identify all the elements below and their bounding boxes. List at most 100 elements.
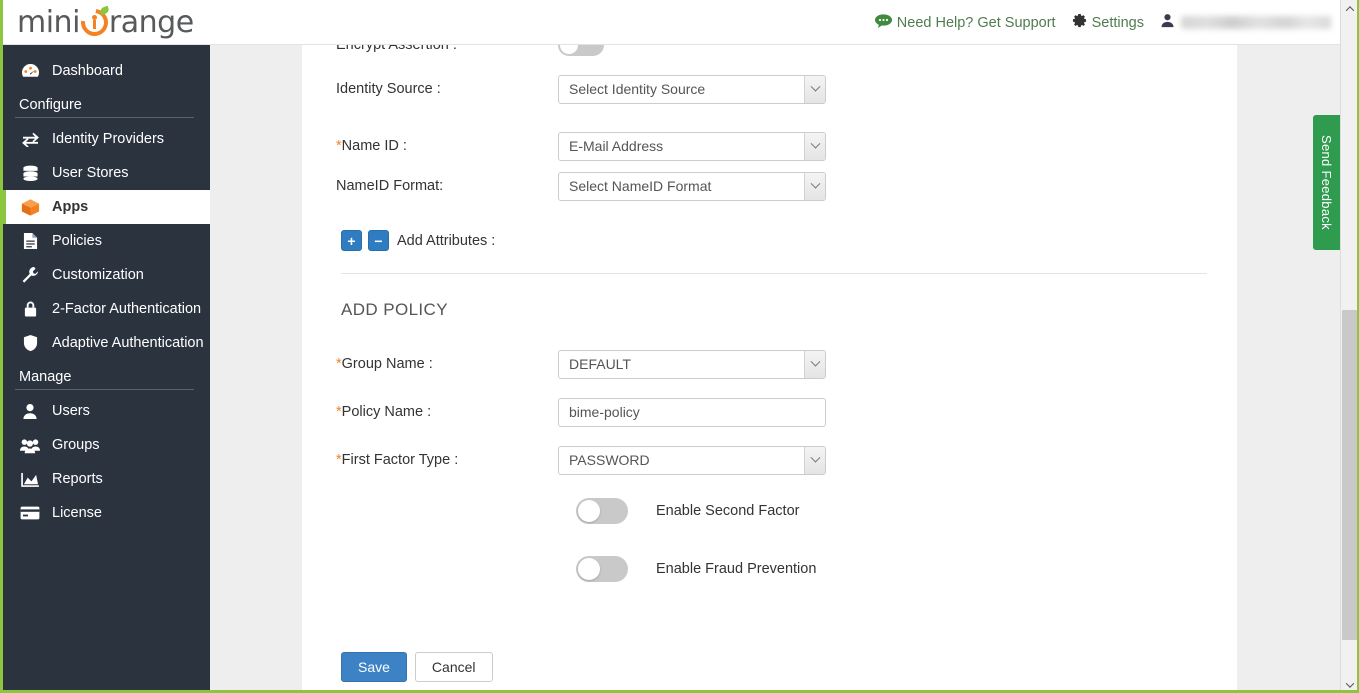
user-email <box>1181 16 1331 29</box>
sidebar-item-label: Groups <box>52 437 100 453</box>
sidebar-item-label: Policies <box>52 233 102 249</box>
send-feedback-label: Send Feedback <box>1319 135 1334 230</box>
database-icon <box>17 165 43 182</box>
shield-icon <box>17 334 43 352</box>
send-feedback-tab[interactable]: Send Feedback <box>1313 115 1340 250</box>
policy-name-label: *Policy Name : <box>336 404 558 420</box>
sidebar-item-label: Dashboard <box>52 63 123 79</box>
sidebar-item-identity-providers[interactable]: Identity Providers <box>3 122 210 156</box>
card-icon <box>17 506 43 520</box>
sidebar-item-users[interactable]: Users <box>3 394 210 428</box>
need-help-label: Need Help? Get Support <box>897 15 1056 31</box>
sidebar-nav: Dashboard Configure Identity Providers <box>3 45 210 693</box>
sidebar-item-license[interactable]: License <box>3 496 210 530</box>
lock-icon <box>17 300 43 318</box>
name-id-row: *Name ID : E-Mail Address <box>336 126 1203 166</box>
sidebar-item-label: Identity Providers <box>52 131 164 147</box>
nameid-format-select[interactable]: Select NameID Format <box>558 172 826 201</box>
sidebar-item-label: 2-Factor Authentication <box>52 301 201 317</box>
enable-fraud-prevention-row: Enable Fraud Prevention <box>336 556 1203 582</box>
name-id-label: *Name ID : <box>336 138 558 154</box>
scroll-up-arrow-icon[interactable] <box>1341 0 1358 17</box>
page-scrollbar[interactable] <box>1340 0 1357 693</box>
cube-box-icon <box>17 198 43 217</box>
first-factor-type-label: *First Factor Type : <box>336 452 558 468</box>
nameid-format-row: NameID Format: Select NameID Format <box>336 166 1203 206</box>
sidebar-divider <box>15 117 194 118</box>
encrypt-assertion-toggle[interactable] <box>558 45 604 56</box>
save-button[interactable]: Save <box>341 652 407 682</box>
first-factor-type-control: PASSWORD <box>558 446 826 475</box>
name-id-select[interactable]: E-Mail Address <box>558 132 826 161</box>
policy-name-control <box>558 398 826 427</box>
first-factor-type-row: *First Factor Type : PASSWORD <box>336 440 1203 480</box>
app-page: mini range Ne <box>0 0 1359 693</box>
header-actions: Need Help? Get Support Settings <box>875 0 1335 45</box>
sidebar-item-groups[interactable]: Groups <box>3 428 210 462</box>
policy-name-input[interactable] <box>558 398 826 427</box>
sidebar-item-apps[interactable]: Apps <box>3 190 210 224</box>
enable-fraud-prevention-label: Enable Fraud Prevention <box>656 561 816 577</box>
enable-second-factor-row: Enable Second Factor <box>336 498 1203 524</box>
dashboard-icon <box>17 63 43 80</box>
sidebar-section-configure: Configure <box>3 88 210 117</box>
sidebar-item-policies[interactable]: Policies <box>3 224 210 258</box>
remove-attribute-button[interactable]: − <box>368 230 389 251</box>
first-factor-type-select[interactable]: PASSWORD <box>558 446 826 475</box>
chat-bubble-icon <box>875 14 892 32</box>
encrypt-assertion-label: Encrypt Assertion : <box>336 45 558 52</box>
sidebar-item-label: Users <box>52 403 90 419</box>
sidebar-item-label: Apps <box>52 199 88 215</box>
top-header: mini range Ne <box>3 0 1343 45</box>
sidebar-item-reports[interactable]: Reports <box>3 462 210 496</box>
group-name-control: DEFAULT <box>558 350 826 379</box>
sidebar-item-customization[interactable]: Customization <box>3 258 210 292</box>
app-config-form: Encrypt Assertion : Identity Source : Se… <box>302 45 1237 682</box>
logo-text-right: range <box>109 5 194 40</box>
document-icon <box>17 232 43 250</box>
name-id-control: E-Mail Address <box>558 132 826 161</box>
sidebar-item-adaptive-authentication[interactable]: Adaptive Authentication <box>3 326 210 360</box>
enable-second-factor-toggle[interactable] <box>576 498 628 524</box>
users-group-icon <box>17 437 43 454</box>
group-name-select[interactable]: DEFAULT <box>558 350 826 379</box>
wrench-icon <box>17 266 43 284</box>
miniorange-logo[interactable]: mini range <box>17 5 194 39</box>
sidebar-item-label: User Stores <box>52 165 129 181</box>
add-attribute-button[interactable]: + <box>341 230 362 251</box>
enable-second-factor-label: Enable Second Factor <box>656 503 799 519</box>
sidebar-section-manage: Manage <box>3 360 210 389</box>
enable-fraud-prevention-toggle[interactable] <box>576 556 628 582</box>
group-name-row: *Group Name : DEFAULT <box>336 344 1203 384</box>
sidebar-item-label: Reports <box>52 471 103 487</box>
identity-source-row: Identity Source : Select Identity Source <box>336 69 1203 109</box>
scrollbar-thumb[interactable] <box>1342 310 1357 640</box>
sidebar-item-2-factor-authentication[interactable]: 2-Factor Authentication <box>3 292 210 326</box>
sidebar-item-label: License <box>52 505 102 521</box>
sidebar-divider <box>15 389 194 390</box>
main-content-panel: Encrypt Assertion : Identity Source : Se… <box>302 45 1237 690</box>
sidebar-item-label: Adaptive Authentication <box>52 335 204 351</box>
gear-icon <box>1072 13 1087 32</box>
identity-source-select[interactable]: Select Identity Source <box>558 75 826 104</box>
identity-source-control: Select Identity Source <box>558 75 826 104</box>
sidebar-item-user-stores[interactable]: User Stores <box>3 156 210 190</box>
nameid-format-label: NameID Format: <box>336 178 558 194</box>
cancel-button[interactable]: Cancel <box>415 652 493 682</box>
need-help-get-support-link[interactable]: Need Help? Get Support <box>875 14 1056 32</box>
form-actions: Save Cancel <box>336 652 1203 682</box>
add-attributes-row: + − Add Attributes : <box>336 230 1203 251</box>
settings-link[interactable]: Settings <box>1072 13 1144 32</box>
user-icon <box>17 403 43 420</box>
policy-name-row: *Policy Name : <box>336 392 1203 432</box>
add-policy-title: ADD POLICY <box>336 300 1203 320</box>
orange-lock-logo-icon <box>81 9 108 36</box>
sidebar-item-dashboard[interactable]: Dashboard <box>3 54 210 88</box>
chart-icon <box>17 472 43 487</box>
logo-text-left: mini <box>17 5 80 40</box>
user-account-menu[interactable] <box>1160 13 1331 33</box>
settings-label: Settings <box>1092 15 1144 31</box>
group-name-label: *Group Name : <box>336 356 558 372</box>
avatar <box>1160 13 1175 33</box>
encrypt-assertion-row: Encrypt Assertion : <box>336 45 1203 59</box>
